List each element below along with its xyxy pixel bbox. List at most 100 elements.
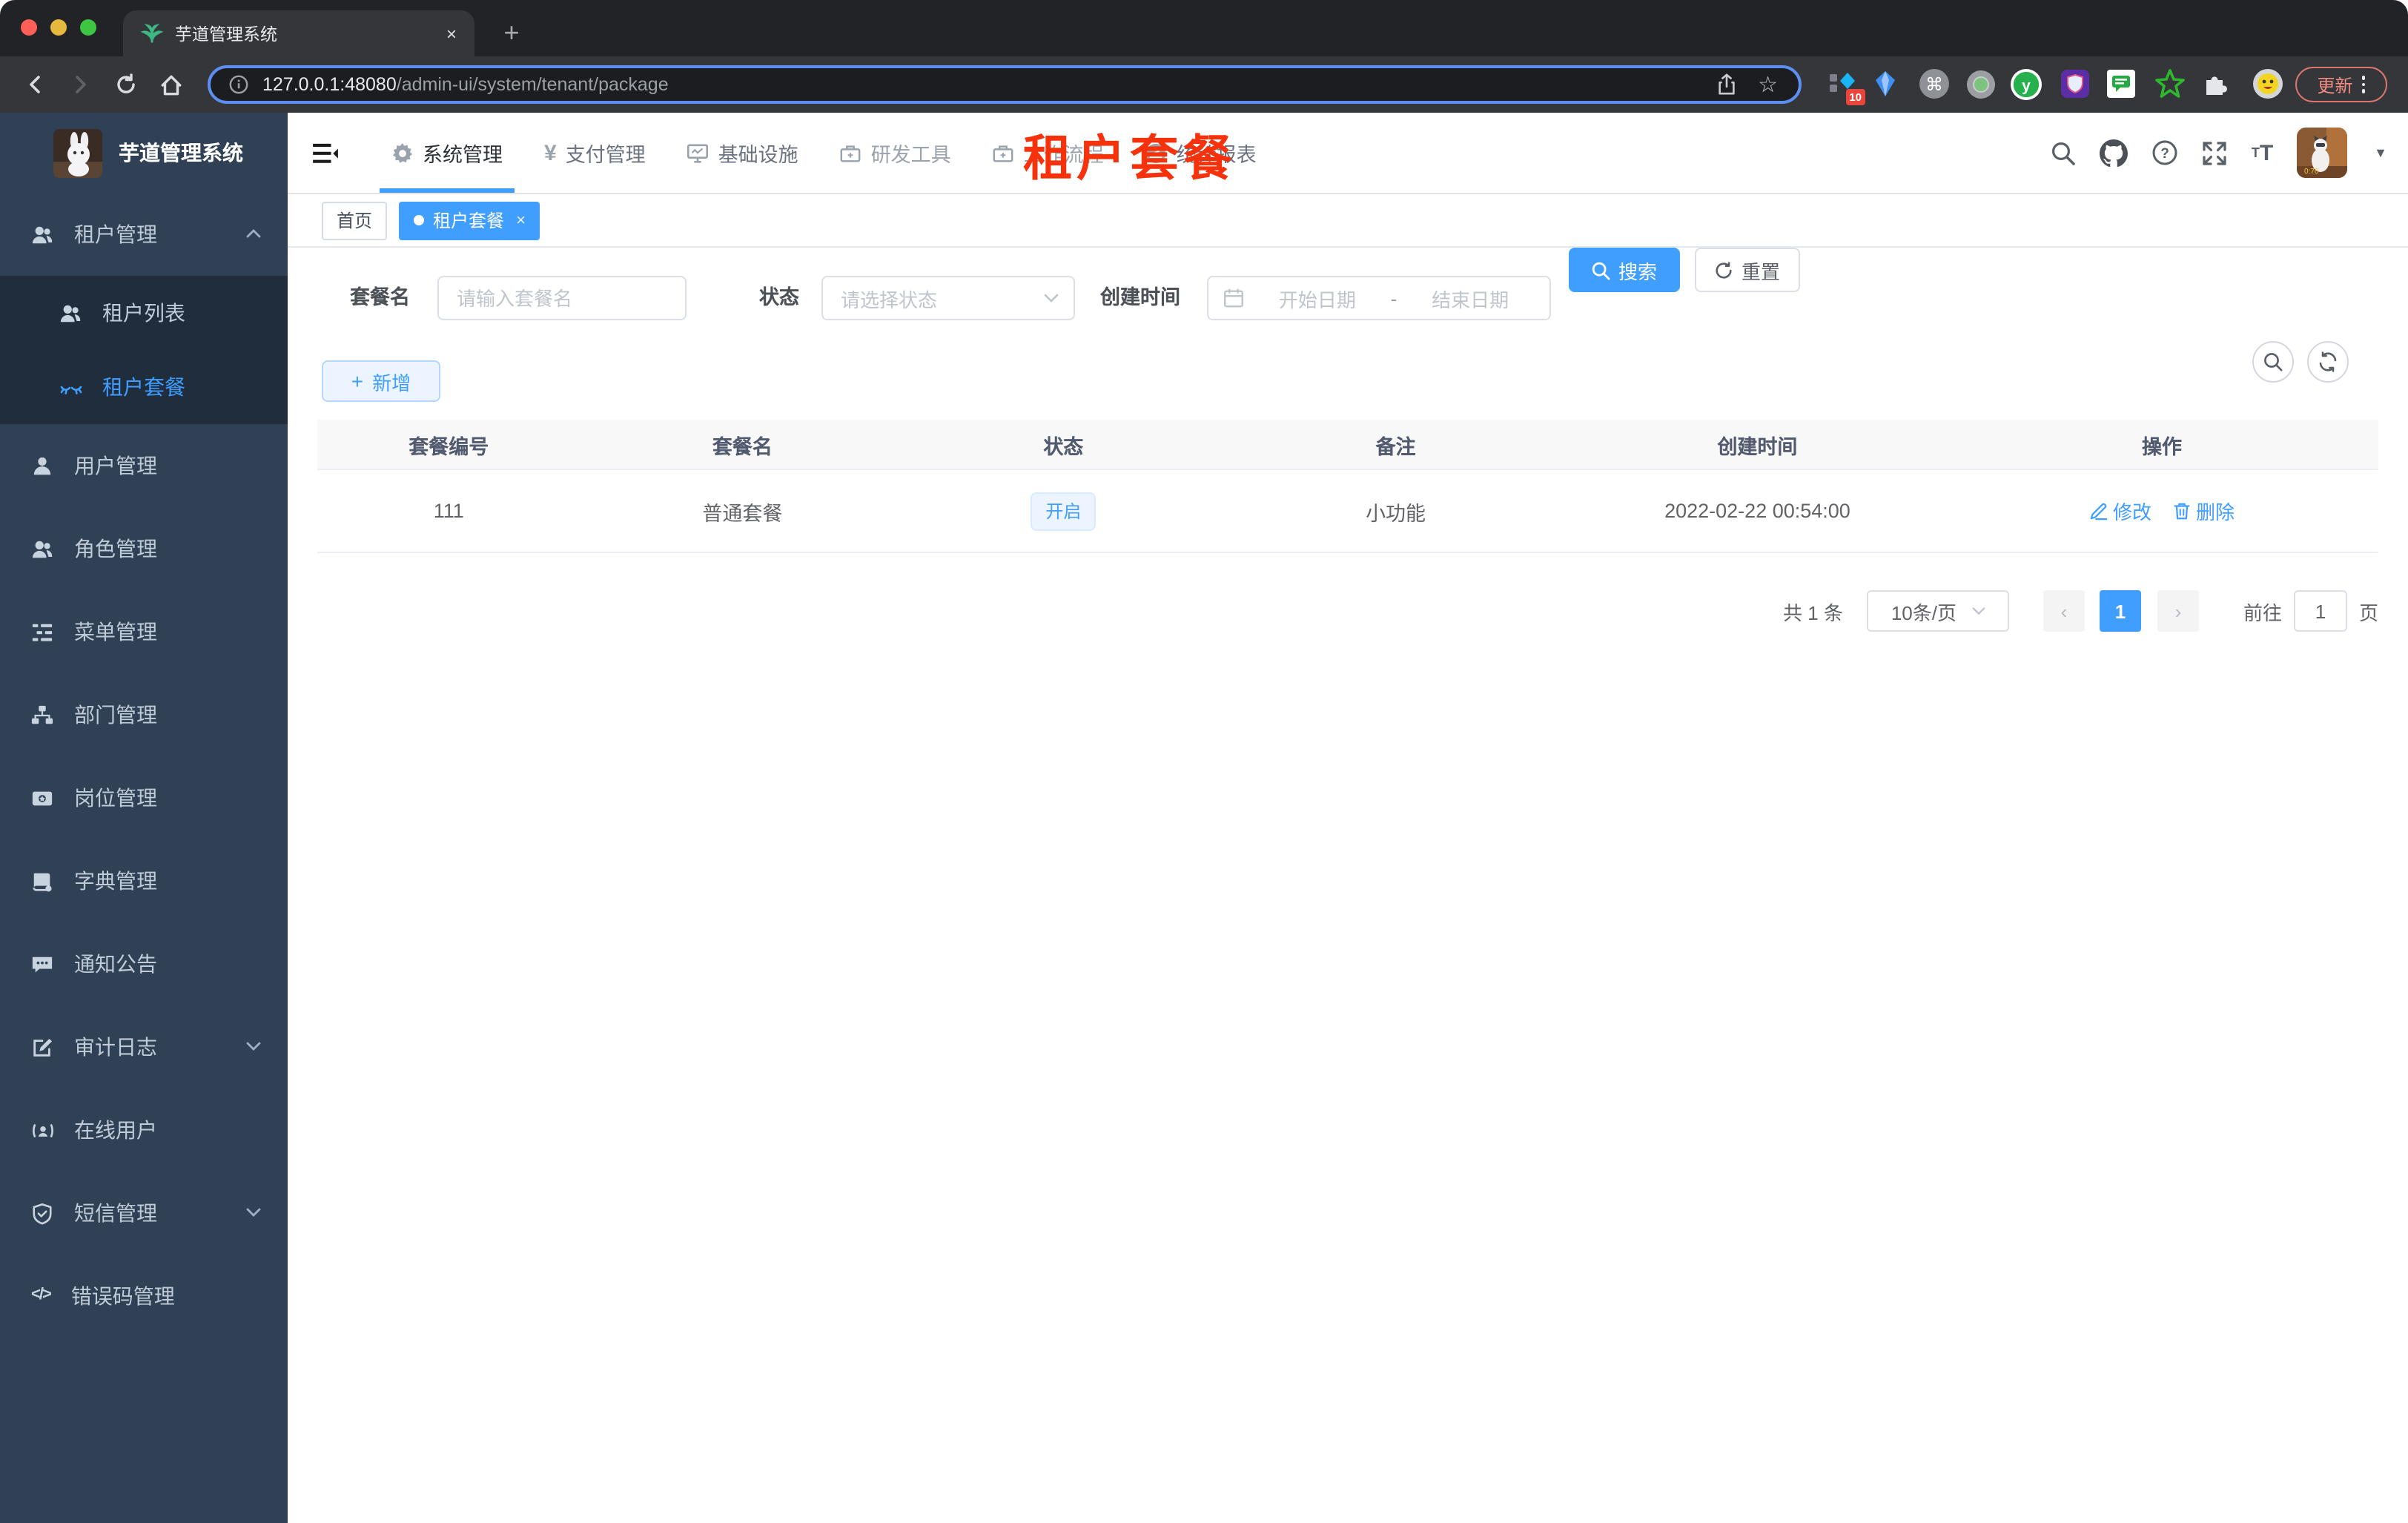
fullscreen-icon[interactable] <box>2203 140 2228 165</box>
page-size-select[interactable]: 10条/页 <box>1866 590 2009 632</box>
user-icon <box>31 455 53 477</box>
next-page-button[interactable]: › <box>2157 590 2199 632</box>
search-button[interactable]: 搜索 <box>1569 248 1680 292</box>
sidebar-item-role-management[interactable]: 角色管理 <box>0 507 288 590</box>
start-date-placeholder[interactable]: 开始日期 <box>1253 284 1382 312</box>
font-size-icon[interactable]: TT <box>2252 140 2273 165</box>
sidebar-item-tenant-package[interactable]: 租户套餐 <box>0 350 288 424</box>
sidebar-collapse-icon[interactable] <box>305 113 344 193</box>
home-button[interactable] <box>153 67 188 102</box>
sidebar-item-user-management[interactable]: 用户管理 <box>0 424 288 507</box>
tag-tenant-package[interactable]: 租户套餐 × <box>399 201 540 239</box>
cell-package-id: 111 <box>433 500 464 522</box>
tag-close-icon[interactable]: × <box>516 211 526 229</box>
sidebar-item-announcement[interactable]: 通知公告 <box>0 922 288 1005</box>
browser-menu-icon[interactable] <box>2361 76 2366 93</box>
extension-shield-icon[interactable] <box>2060 68 2091 99</box>
svg-text:?: ? <box>2161 146 2170 162</box>
cell-remark: 小功能 <box>1366 502 1426 524</box>
nav-item-dev-tools[interactable]: 研发工具 <box>819 113 972 193</box>
calendar-icon <box>1223 288 1244 308</box>
end-date-placeholder[interactable]: 结束日期 <box>1406 284 1535 312</box>
status-select[interactable]: 请选择状态 <box>821 276 1075 320</box>
screen: 芋道管理系统 × + 127.0.0.1:48080/admin-ui/syst… <box>0 0 2408 1523</box>
window-zoom-button[interactable] <box>80 19 96 36</box>
pagination: 共 1 条 10条/页 ‹ 1 › 前往 1 页 <box>1783 590 2378 632</box>
nav-item-system[interactable]: 系统管理 <box>371 113 523 193</box>
extension-command-icon[interactable]: ⌘ <box>1919 68 1950 99</box>
browser-update-button[interactable]: 更新 <box>2295 67 2387 102</box>
extension-gem-icon[interactable] <box>1870 68 1901 99</box>
edit-link[interactable]: 修改 <box>2089 497 2151 525</box>
col-status: 状态 <box>1043 435 1084 457</box>
sidebar-item-department-management[interactable]: 部门管理 <box>0 673 288 756</box>
help-icon[interactable]: ? <box>2152 139 2179 166</box>
gear-icon <box>391 142 414 164</box>
github-icon[interactable] <box>2100 139 2128 167</box>
page-1-button[interactable]: 1 <box>2099 590 2141 632</box>
extension-chat-icon[interactable] <box>2106 68 2137 99</box>
nav-item-infrastructure[interactable]: 基础设施 <box>666 113 819 193</box>
sidebar-item-tenant-management[interactable]: 租户管理 <box>0 193 288 276</box>
refresh-button[interactable] <box>2307 341 2349 383</box>
sidebar-logo[interactable]: 芋道管理系统 <box>0 113 288 193</box>
extension-diamond-icon[interactable]: 10 <box>1827 68 1865 105</box>
sidebar-item-error-code-management[interactable]: </> 错误码管理 <box>0 1255 288 1338</box>
reset-button[interactable]: 重置 <box>1695 248 1800 292</box>
sidebar-item-post-management[interactable]: 岗位管理 <box>0 756 288 839</box>
browser-tab[interactable]: 芋道管理系统 × <box>123 10 474 56</box>
tags-view-bar: 首页 租户套餐 × <box>288 194 2408 248</box>
date-range-picker[interactable]: 开始日期 - 结束日期 <box>1207 276 1551 320</box>
tab-title: 芋道管理系统 <box>175 26 277 44</box>
sidebar-item-menu-management[interactable]: 菜单管理 <box>0 590 288 673</box>
briefcase-icon <box>993 142 1015 164</box>
site-info-icon[interactable] <box>228 74 249 95</box>
window-minimize-button[interactable] <box>50 19 67 36</box>
sidebar-item-tenant-list[interactable]: 租户列表 <box>0 276 288 350</box>
nav-label: 研发工具 <box>870 144 951 166</box>
share-icon[interactable] <box>1715 73 1737 96</box>
org-chart-icon <box>31 704 53 726</box>
sidebar-item-sms-management[interactable]: 短信管理 <box>0 1172 288 1255</box>
chevron-down-icon <box>246 1041 261 1051</box>
new-tab-button[interactable]: + <box>492 13 531 52</box>
tab-close-icon[interactable]: × <box>446 23 457 44</box>
toggle-search-button[interactable] <box>2252 341 2294 383</box>
delete-link[interactable]: 删除 <box>2172 497 2235 525</box>
extensions-puzzle-icon[interactable] <box>2200 68 2232 99</box>
add-button[interactable]: + 新增 <box>322 360 440 402</box>
avatar-caret-icon[interactable]: ▼ <box>2374 145 2387 160</box>
nav-label: 系统管理 <box>423 144 503 166</box>
sidebar-item-online-users[interactable]: 在线用户 <box>0 1088 288 1172</box>
search-icon[interactable] <box>2051 140 2077 165</box>
bookmark-star-icon[interactable]: ☆ <box>1758 73 1778 96</box>
url-bar[interactable]: 127.0.0.1:48080/admin-ui/system/tenant/p… <box>208 65 1802 104</box>
sidebar-item-dictionary-management[interactable]: 字典管理 <box>0 839 288 922</box>
nav-item-payment[interactable]: ¥ 支付管理 <box>523 113 666 193</box>
browser-toolbar: 127.0.0.1:48080/admin-ui/system/tenant/p… <box>0 56 2408 113</box>
goto-page-input[interactable]: 1 <box>2293 590 2347 632</box>
extension-gray-circle-icon[interactable] <box>1965 68 1996 99</box>
extension-y-icon[interactable]: y <box>2011 68 2042 99</box>
users-icon <box>31 223 53 245</box>
lashes-icon <box>59 376 82 398</box>
back-button[interactable] <box>18 67 53 102</box>
forward-button[interactable] <box>62 67 98 102</box>
col-remark: 备注 <box>1375 435 1416 457</box>
reload-button[interactable] <box>108 67 144 102</box>
col-package-name: 套餐名 <box>712 435 773 457</box>
badge-icon <box>31 787 53 809</box>
admin-app: 芋道管理系统 租户管理 租户列表 租户套餐 用户管理 角色管理 菜单管理 部门管… <box>0 113 2408 1523</box>
user-avatar[interactable]: 0:70 <box>2297 128 2348 178</box>
filter-name-input-wrap <box>437 276 687 320</box>
extension-star-icon[interactable] <box>2154 68 2186 99</box>
shield-check-icon <box>31 1202 53 1224</box>
package-name-input[interactable] <box>439 287 685 309</box>
svg-text:y: y <box>2022 77 2031 94</box>
prev-page-button[interactable]: ‹ <box>2042 590 2085 632</box>
profile-avatar-icon[interactable] <box>2252 68 2283 99</box>
active-dot <box>414 215 425 225</box>
tag-home[interactable]: 首页 <box>322 201 388 239</box>
sidebar-item-audit-log[interactable]: 审计日志 <box>0 1005 288 1088</box>
window-close-button[interactable] <box>21 19 37 36</box>
